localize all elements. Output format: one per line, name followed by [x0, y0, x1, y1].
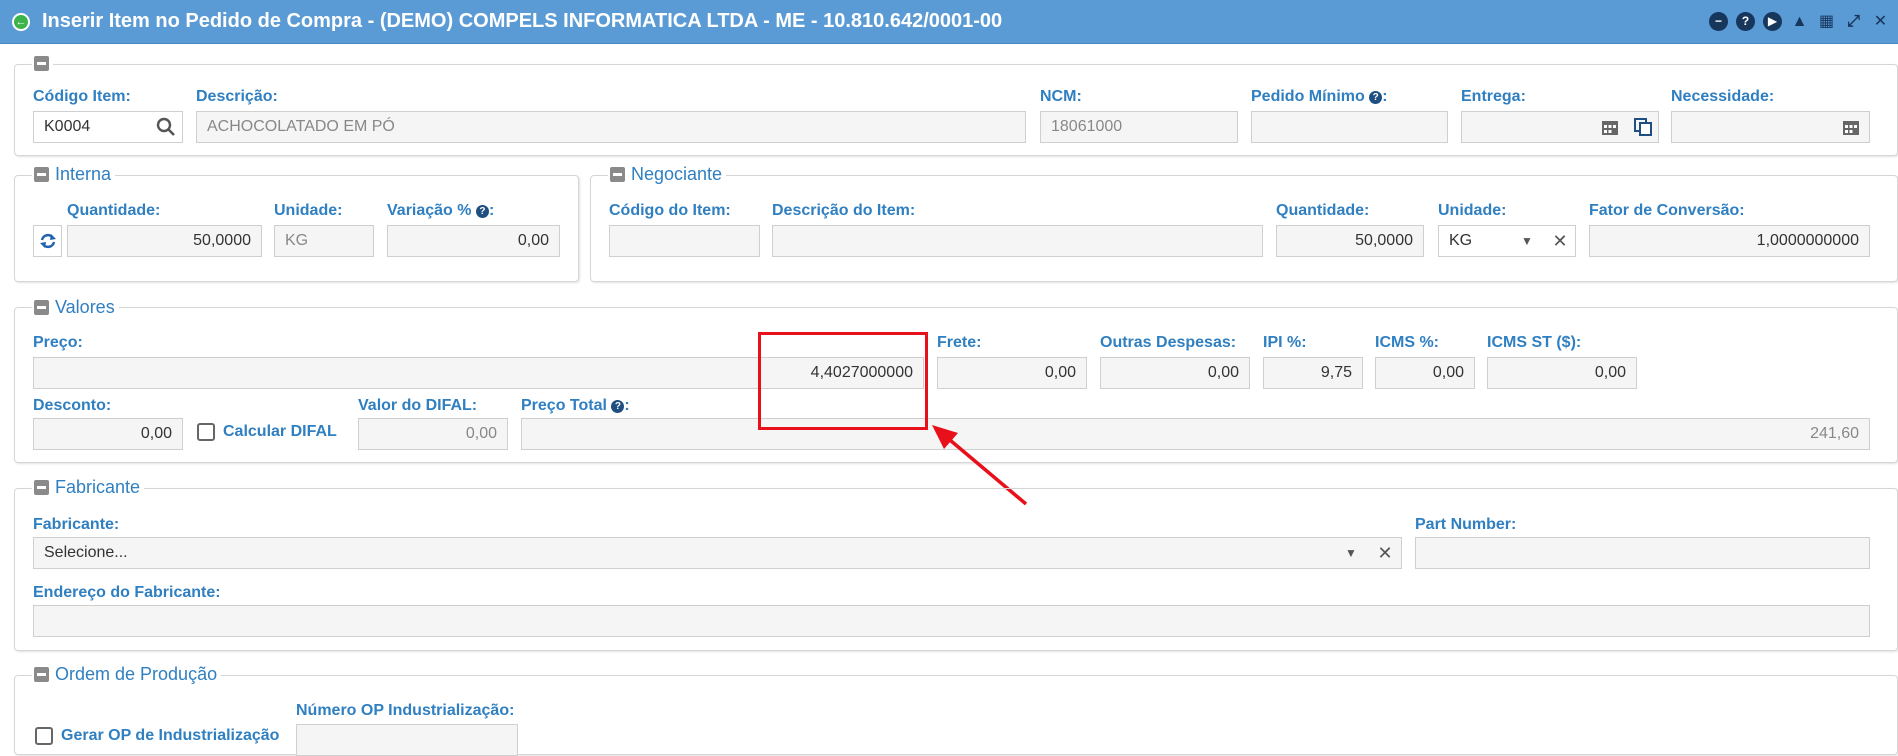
collapse-icon[interactable] — [610, 167, 625, 182]
search-icon[interactable] — [150, 111, 182, 143]
negociante-descricao-label: Descrição do Item: — [772, 202, 916, 219]
calcular-difal-checkbox[interactable] — [197, 423, 215, 441]
interna-legend: Interna — [32, 164, 116, 185]
negociante-unidade-label: Unidade: — [1438, 202, 1507, 219]
endereco-fabricante-label: Endereço do Fabricante: — [33, 584, 221, 601]
preco-total-label: Preço Total ?: — [521, 397, 630, 414]
desconto-input[interactable]: 0,00 — [33, 418, 183, 450]
ipi-input[interactable]: 9,75 — [1263, 357, 1363, 389]
copy-date-icon[interactable] — [1627, 111, 1659, 143]
calcular-difal-label[interactable]: Calcular DIFAL — [223, 423, 337, 441]
play-icon[interactable]: ▶ — [1763, 12, 1782, 31]
minimize-icon[interactable]: − — [1709, 12, 1728, 31]
interna-legend-text: Interna — [55, 164, 112, 184]
fabricante-legend: Fabricante — [32, 477, 145, 498]
close-icon[interactable]: ✕ — [1871, 12, 1890, 31]
valor-difal-input[interactable]: 0,00 — [358, 418, 508, 450]
swap-icon[interactable] — [33, 225, 62, 257]
negociante-descricao-input[interactable] — [772, 225, 1263, 257]
fabricante-legend-text: Fabricante — [55, 477, 141, 497]
window-buttons: − ? ▶ ▲ ▦ ⤢ ✕ — [1709, 12, 1890, 31]
collapse-icon[interactable] — [34, 167, 49, 182]
fabricante-select[interactable]: Selecione... — [33, 537, 1402, 569]
window-titlebar: ← Inserir Item no Pedido de Compra - (DE… — [0, 0, 1898, 44]
gerar-op-label[interactable]: Gerar OP de Industrialização — [61, 727, 279, 745]
negociante-codigo-label: Código do Item: — [609, 202, 731, 219]
collapse-icon[interactable] — [34, 56, 49, 71]
help-icon[interactable]: ? — [1736, 12, 1755, 31]
preco-total-text: Preço Total — [521, 397, 607, 414]
variacao-input[interactable]: 0,00 — [387, 225, 560, 257]
numero-op-label: Número OP Industrialização: — [296, 702, 515, 719]
part-number-label: Part Number: — [1415, 516, 1517, 533]
interna-quantidade-label: Quantidade: — [67, 202, 161, 219]
preco-total-input[interactable]: 241,60 — [521, 418, 1870, 450]
icms-st-input[interactable]: 0,00 — [1487, 357, 1637, 389]
back-arrow-icon[interactable]: ← — [12, 13, 30, 31]
icms-label: ICMS %: — [1375, 334, 1439, 351]
descricao-label: Descrição: — [196, 88, 278, 105]
valor-difal-label: Valor do DIFAL: — [358, 397, 478, 414]
descricao-input[interactable]: ACHOCOLATADO EM PÓ — [196, 111, 1026, 143]
clear-icon[interactable]: ✕ — [1370, 537, 1400, 569]
bell-icon[interactable]: ▲ — [1790, 12, 1809, 31]
ordem-producao-legend-text: Ordem de Produção — [55, 664, 218, 684]
negociante-legend-text: Negociante — [631, 164, 723, 184]
ordem-producao-legend: Ordem de Produção — [32, 664, 222, 685]
frete-label: Frete: — [937, 334, 982, 351]
outras-despesas-label: Outras Despesas: — [1100, 334, 1237, 351]
negociante-legend: Negociante — [608, 164, 727, 185]
chevron-down-icon[interactable]: ▼ — [1336, 537, 1366, 569]
valores-legend: Valores — [32, 297, 119, 318]
fator-conversao-label: Fator de Conversão: — [1589, 202, 1745, 219]
negociante-quantidade-input[interactable]: 50,0000 — [1276, 225, 1424, 257]
help-circle-icon: ? — [475, 205, 489, 218]
fabricante-label: Fabricante: — [33, 516, 120, 533]
desconto-label: Desconto: — [33, 397, 112, 414]
collapse-icon[interactable] — [34, 667, 49, 682]
pedido-minimo-text: Pedido Mínimo — [1251, 88, 1365, 105]
part-number-input[interactable] — [1415, 537, 1870, 569]
codigo-item-label: Código Item: — [33, 88, 131, 105]
fator-conversao-input[interactable]: 1,0000000000 — [1589, 225, 1870, 257]
ncm-input[interactable]: 18061000 — [1040, 111, 1238, 143]
calendar-icon[interactable] — [1835, 111, 1867, 143]
negociante-quantidade-label: Quantidade: — [1276, 202, 1370, 219]
highlight-box — [758, 332, 928, 430]
calendar-icon[interactable]: ▦ — [1817, 12, 1836, 31]
collapse-icon[interactable] — [34, 480, 49, 495]
frete-input[interactable]: 0,00 — [937, 357, 1087, 389]
collapse-icon[interactable] — [34, 300, 49, 315]
help-circle-icon: ? — [611, 400, 625, 413]
gerar-op-checkbox[interactable] — [35, 727, 53, 745]
variacao-text: Variação % — [387, 202, 472, 219]
pedido-minimo-label: Pedido Mínimo ?: — [1251, 88, 1388, 105]
endereco-fabricante-input[interactable] — [33, 605, 1870, 637]
icms-st-label: ICMS ST ($): — [1487, 334, 1582, 351]
negociante-codigo-input[interactable] — [609, 225, 760, 257]
shrink-icon[interactable]: ⤢ — [1844, 12, 1863, 31]
clear-icon[interactable]: ✕ — [1545, 225, 1575, 257]
necessidade-label: Necessidade: — [1671, 88, 1775, 105]
preco-label: Preço: — [33, 334, 83, 351]
window-title: Inserir Item no Pedido de Compra - (DEMO… — [42, 10, 1003, 32]
valores-legend-text: Valores — [55, 297, 115, 317]
help-circle-icon: ? — [1369, 91, 1383, 104]
chevron-down-icon[interactable]: ▼ — [1512, 225, 1542, 257]
entrega-label: Entrega: — [1461, 88, 1526, 105]
ncm-label: NCM: — [1040, 88, 1082, 105]
calendar-icon[interactable] — [1594, 111, 1626, 143]
ipi-label: IPI %: — [1263, 334, 1307, 351]
numero-op-input[interactable] — [296, 724, 518, 756]
interna-unidade-label: Unidade: — [274, 202, 343, 219]
pedido-minimo-input[interactable] — [1251, 111, 1448, 143]
icms-input[interactable]: 0,00 — [1375, 357, 1475, 389]
variacao-label: Variação % ?: — [387, 202, 495, 219]
outras-despesas-input[interactable]: 0,00 — [1100, 357, 1250, 389]
interna-quantidade-input[interactable]: 50,0000 — [67, 225, 262, 257]
item-legend — [32, 56, 53, 71]
interna-unidade-input[interactable]: KG — [274, 225, 374, 257]
